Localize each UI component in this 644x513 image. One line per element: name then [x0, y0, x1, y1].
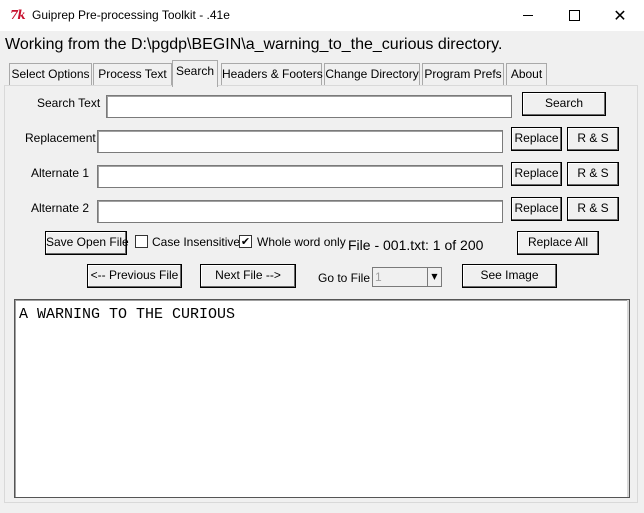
- tab-bar: Select Options Process Text Search Heade…: [4, 59, 638, 87]
- see-image-button[interactable]: See Image: [462, 264, 557, 288]
- tab-search[interactable]: Search: [172, 60, 218, 87]
- case-insensitive-checkbox[interactable]: [135, 235, 148, 248]
- title-bar[interactable]: 7k Guiprep Pre-processing Toolkit - .41e…: [0, 0, 644, 31]
- whole-word-label: Whole word only: [257, 235, 346, 249]
- minimize-icon: [523, 15, 533, 16]
- save-open-file-button[interactable]: Save Open File: [45, 231, 129, 255]
- close-icon: ✕: [613, 5, 627, 25]
- replace-button-3[interactable]: Replace: [511, 197, 562, 221]
- alternate-1-label: Alternate 1: [31, 166, 90, 180]
- vertical-scrollbar[interactable]: [627, 300, 629, 497]
- maximize-icon: [568, 10, 580, 21]
- search-text-input[interactable]: [106, 95, 512, 118]
- next-file-button[interactable]: Next File -->: [200, 264, 296, 288]
- tab-program-prefs[interactable]: Program Prefs: [422, 63, 504, 86]
- search-button[interactable]: Search: [522, 92, 606, 116]
- close-button[interactable]: ✕: [597, 0, 643, 31]
- tk-feather-icon: 7k: [10, 8, 26, 22]
- replace-and-search-button-3[interactable]: R & S: [567, 197, 619, 221]
- goto-file-combobox[interactable]: 1 ▼: [372, 267, 442, 287]
- tab-headers-footers[interactable]: Headers & Footers: [221, 63, 323, 86]
- replace-and-search-button-2[interactable]: R & S: [567, 162, 619, 186]
- alternate-2-input[interactable]: [97, 200, 503, 223]
- alternate-2-label: Alternate 2: [31, 201, 90, 215]
- tab-about[interactable]: About: [506, 63, 547, 86]
- replace-all-button[interactable]: Replace All: [517, 231, 599, 255]
- replace-and-search-button-1[interactable]: R & S: [567, 127, 619, 151]
- previous-file-button[interactable]: <-- Previous File: [87, 264, 182, 288]
- replacement-label: Replacement: [25, 131, 96, 145]
- replace-button-1[interactable]: Replace: [511, 127, 562, 151]
- tab-select-options[interactable]: Select Options: [9, 63, 92, 86]
- window-title: Guiprep Pre-processing Toolkit - .41e: [32, 8, 230, 22]
- case-insensitive-label: Case Insensitive: [152, 235, 241, 249]
- tab-change-directory[interactable]: Change Directory: [324, 63, 420, 86]
- working-directory-label: Working from the D:\pgdp\BEGIN\a_warning…: [5, 36, 503, 53]
- maximize-button[interactable]: [551, 0, 597, 31]
- text-editor-content: A WARNING TO THE CURIOUS: [19, 306, 236, 323]
- alternate-1-input[interactable]: [97, 165, 503, 188]
- replace-button-2[interactable]: Replace: [511, 162, 562, 186]
- replacement-input[interactable]: [97, 130, 503, 153]
- search-text-label: Search Text: [37, 96, 101, 110]
- tab-process-text[interactable]: Process Text: [93, 63, 172, 86]
- whole-word-checkbox[interactable]: ✔: [239, 235, 252, 248]
- chevron-down-icon[interactable]: ▼: [427, 268, 441, 286]
- check-icon: ✔: [240, 235, 251, 248]
- file-status-label: File - 001.txt: 1 of 200: [348, 237, 484, 253]
- text-editor[interactable]: A WARNING TO THE CURIOUS: [14, 299, 630, 498]
- goto-file-value: 1: [375, 270, 382, 284]
- minimize-button[interactable]: [505, 0, 551, 31]
- goto-file-label: Go to File -: [318, 271, 378, 285]
